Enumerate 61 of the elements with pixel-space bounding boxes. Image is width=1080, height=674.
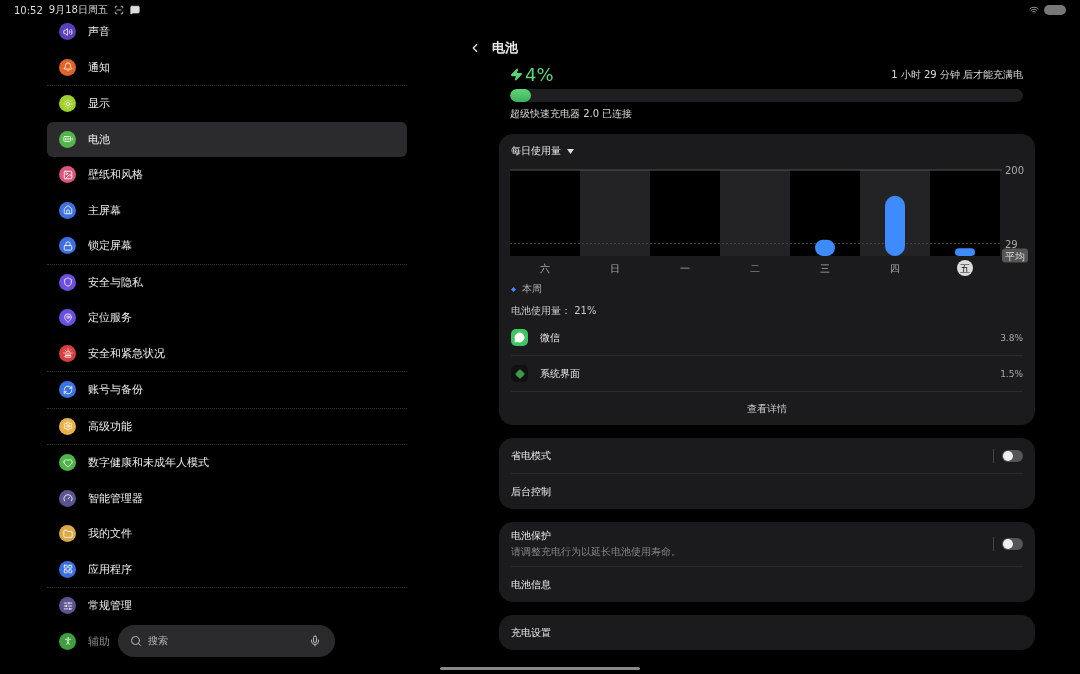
sidebar-item[interactable]: 通知 — [47, 49, 118, 85]
axis-label[interactable]: 日 — [610, 263, 620, 274]
axis-label[interactable]: 三 — [820, 263, 830, 274]
battery-percent: 4% — [525, 64, 554, 85]
sidebar-item[interactable]: 电池 — [47, 121, 407, 157]
page-title: 电池 — [492, 39, 518, 57]
charge-time: 1 小时 29 分钟 后才能充满电 — [891, 67, 1023, 82]
legend-label: 本周 — [522, 282, 542, 296]
axis-label[interactable]: 五 — [960, 263, 970, 274]
status-time: 10:52 — [14, 4, 43, 16]
axis-label[interactable]: 六 — [540, 263, 550, 274]
settings-row[interactable]: 充电设置 — [511, 615, 1023, 650]
sidebar-item[interactable]: 高级功能 — [47, 408, 140, 444]
chat-bubbles-icon — [511, 329, 528, 346]
settings-row[interactable]: 后台控制 — [511, 474, 1023, 509]
toggle-switch[interactable] — [1002, 538, 1023, 550]
details-button[interactable]: 查看详情 — [731, 392, 803, 425]
axis-label[interactable]: 二 — [750, 263, 760, 274]
sidebar-item[interactable]: 辅助 — [47, 623, 118, 659]
sidebar-item[interactable]: 定位服务 — [47, 300, 140, 336]
sidebar-item[interactable]: 账号与备份 — [47, 372, 151, 408]
sidebar-item[interactable]: 壁纸和风格 — [47, 157, 151, 193]
wifi-icon — [1029, 5, 1039, 15]
selected-day-marker — [957, 260, 973, 276]
sidebar-item[interactable]: 显示 — [47, 86, 118, 122]
settings-row[interactable]: 省电模式 — [511, 438, 1023, 474]
legend-marker — [511, 286, 516, 292]
sidebar-item[interactable]: 应用程序 — [47, 551, 140, 587]
diamond-icon — [511, 365, 528, 382]
axis-label: 200 — [1005, 165, 1025, 176]
axis-label: 29 — [1005, 238, 1018, 250]
sidebar-item[interactable]: 声音 — [47, 14, 118, 50]
app-usage-row[interactable]: 系统界面 1.5% — [511, 356, 1023, 392]
bar — [955, 248, 975, 256]
settings-row[interactable]: 电池信息 — [511, 567, 1023, 602]
axis-label[interactable]: 四 — [890, 263, 900, 274]
search-icon — [130, 635, 142, 647]
search-field[interactable]: 搜索 — [118, 625, 335, 657]
toggle-switch[interactable] — [1002, 449, 1023, 462]
battery-icon — [1044, 5, 1066, 15]
charger-status: 超级快速充电器 2.0 已连接 — [510, 107, 634, 121]
usage-total: 电池使用量： 21% — [510, 304, 598, 318]
dropdown-caret-icon[interactable] — [567, 148, 574, 154]
sidebar-item[interactable]: 数字健康和未成年人模式 — [47, 445, 217, 481]
average-badge: 平均 — [1002, 248, 1028, 263]
sidebar-item[interactable]: 主屏幕 — [47, 192, 129, 228]
sidebar-item[interactable]: 我的文件 — [47, 516, 140, 552]
status-date: 9月18日周五 — [48, 3, 108, 17]
usage-dropdown[interactable]: 每日使用量 — [511, 144, 561, 158]
sidebar-item[interactable]: 智能管理器 — [47, 480, 151, 516]
sidebar-item[interactable]: 安全和紧急状况 — [47, 335, 173, 371]
lightning-icon — [510, 68, 523, 81]
message-icon — [129, 5, 140, 15]
app-usage-row[interactable]: 微信 3.8% — [511, 320, 1023, 356]
sidebar-item[interactable]: 常规管理 — [47, 588, 140, 624]
screenshot-icon — [113, 5, 124, 15]
settings-row[interactable]: 电池保护 请调整充电行为以延长电池使用寿命。 — [511, 522, 1023, 567]
microphone-icon[interactable] — [309, 635, 321, 647]
sidebar-item[interactable]: 安全与隐私 — [47, 264, 151, 300]
axis-label[interactable]: 一 — [680, 263, 690, 274]
sidebar-item[interactable]: 锁定屏幕 — [47, 228, 140, 264]
